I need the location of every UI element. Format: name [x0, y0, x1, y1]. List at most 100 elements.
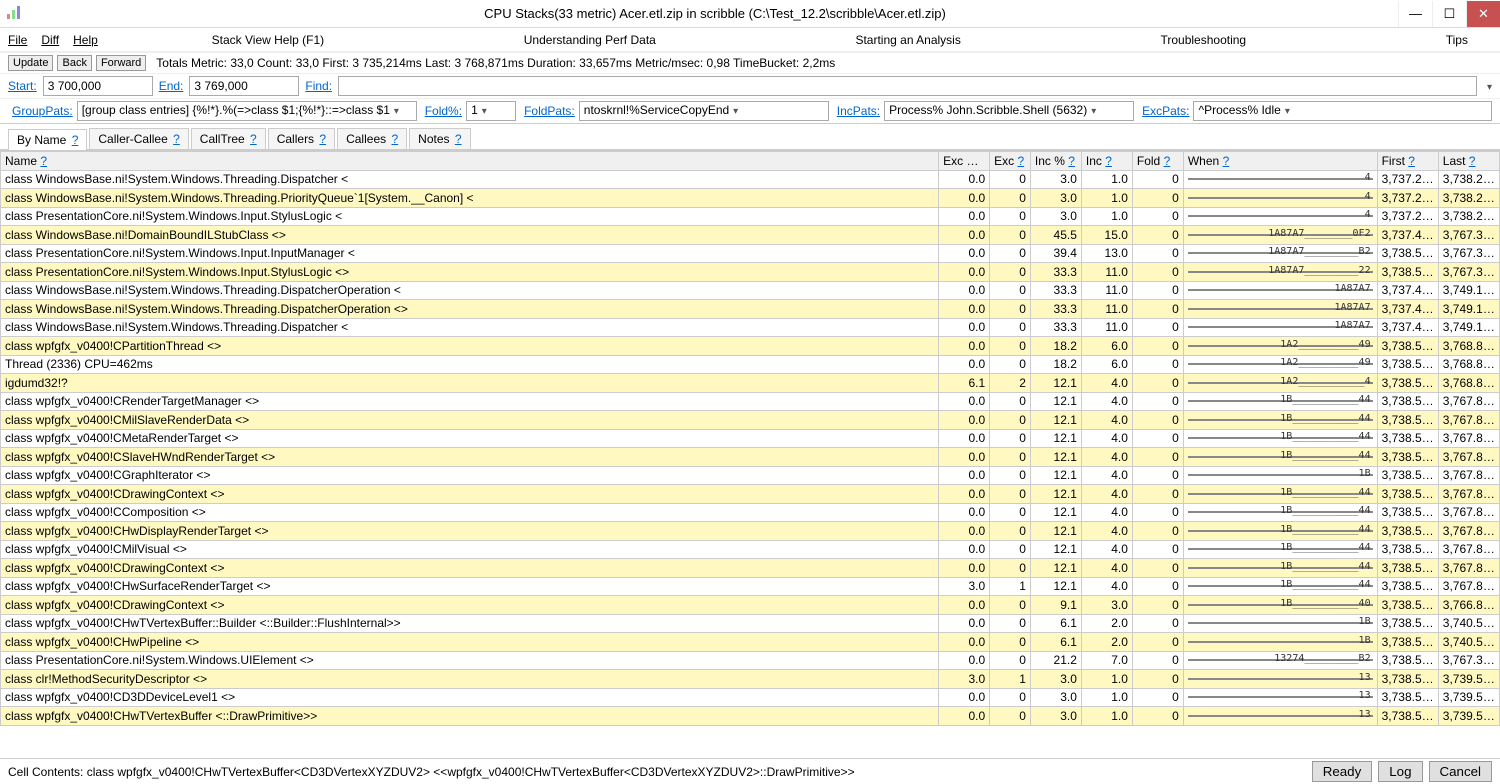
cell-inc[interactable]: 1.0: [1081, 189, 1132, 208]
cell-name[interactable]: Thread (2336) CPU=462ms: [1, 355, 939, 374]
incpats-input[interactable]: Process% John.Scribble.Shell (5632): [884, 101, 1134, 121]
tab-callers[interactable]: Callers ?: [268, 128, 335, 149]
cell-fold[interactable]: 0: [1132, 707, 1183, 726]
table-row[interactable]: Thread (2336) CPU=462ms0.0018.26.001A2__…: [1, 355, 1500, 374]
cell-incpct[interactable]: 33.3: [1030, 263, 1081, 282]
cell-incpct[interactable]: 12.1: [1030, 522, 1081, 541]
cell-last[interactable]: 3,768.871: [1438, 355, 1499, 374]
cell-fold[interactable]: 0: [1132, 189, 1183, 208]
table-row[interactable]: class WindowsBase.ni!System.Windows.Thre…: [1, 170, 1500, 189]
col-name[interactable]: Name ?: [1, 152, 939, 171]
cell-name[interactable]: class WindowsBase.ni!System.Windows.Thre…: [1, 281, 939, 300]
cell-name[interactable]: class WindowsBase.ni!System.Windows.Thre…: [1, 300, 939, 319]
tab-callees[interactable]: Callees ?: [337, 128, 407, 149]
cell-name[interactable]: class wpfgfx_v0400!CMetaRenderTarget <>: [1, 429, 939, 448]
cell-last[interactable]: 3,766.868: [1438, 596, 1499, 615]
cell-fold[interactable]: 0: [1132, 503, 1183, 522]
cell-incpct[interactable]: 12.1: [1030, 429, 1081, 448]
cell-last[interactable]: 3,767.870: [1438, 411, 1499, 430]
cell-incpct[interactable]: 3.0: [1030, 688, 1081, 707]
table-row[interactable]: class WindowsBase.ni!System.Windows.Thre…: [1, 318, 1500, 337]
cell-inc[interactable]: 4.0: [1081, 485, 1132, 504]
cell-name[interactable]: igdumd32!?: [1, 374, 939, 393]
cell-excpct[interactable]: 0.0: [939, 651, 990, 670]
cell-last[interactable]: 3,767.870: [1438, 392, 1499, 411]
cell-inc[interactable]: 1.0: [1081, 688, 1132, 707]
table-row[interactable]: class wpfgfx_v0400!CDrawingContext <>0.0…: [1, 559, 1500, 578]
cell-incpct[interactable]: 3.0: [1030, 707, 1081, 726]
cell-excpct[interactable]: 0.0: [939, 207, 990, 226]
table-row[interactable]: class PresentationCore.ni!System.Windows…: [1, 263, 1500, 282]
cell-when[interactable]: 1B: [1183, 466, 1377, 485]
cell-when[interactable]: 1B___________44: [1183, 411, 1377, 430]
cell-last[interactable]: 3,768.871: [1438, 337, 1499, 356]
cell-incpct[interactable]: 6.1: [1030, 614, 1081, 633]
cell-inc[interactable]: 1.0: [1081, 207, 1132, 226]
cell-last[interactable]: 3,767.870: [1438, 503, 1499, 522]
cell-first[interactable]: 3,738.587: [1377, 355, 1438, 374]
cell-exc[interactable]: 0: [990, 707, 1031, 726]
table-row[interactable]: class wpfgfx_v0400!CDrawingContext <>0.0…: [1, 596, 1500, 615]
cell-fold[interactable]: 0: [1132, 263, 1183, 282]
ready-button[interactable]: Ready: [1312, 761, 1373, 782]
cell-excpct[interactable]: 0.0: [939, 485, 990, 504]
cell-when[interactable]: 1B___________44: [1183, 448, 1377, 467]
cell-last[interactable]: 3,767.340: [1438, 244, 1499, 263]
cell-exc[interactable]: 0: [990, 485, 1031, 504]
cell-incpct[interactable]: 3.0: [1030, 670, 1081, 689]
cell-when[interactable]: 1B___________44: [1183, 559, 1377, 578]
cell-first[interactable]: 3,737.477: [1377, 318, 1438, 337]
cell-last[interactable]: 3,767.340: [1438, 263, 1499, 282]
cell-incpct[interactable]: 6.1: [1030, 633, 1081, 652]
cell-name[interactable]: class PresentationCore.ni!System.Windows…: [1, 651, 939, 670]
cell-incpct[interactable]: 21.2: [1030, 651, 1081, 670]
cell-last[interactable]: 3,767.870: [1438, 448, 1499, 467]
cell-excpct[interactable]: 0.0: [939, 448, 990, 467]
cell-first[interactable]: 3,738.587: [1377, 596, 1438, 615]
cell-exc[interactable]: 0: [990, 633, 1031, 652]
cell-first[interactable]: 3,738.587: [1377, 429, 1438, 448]
cell-excpct[interactable]: 0.0: [939, 688, 990, 707]
excpats-input[interactable]: ^Process% Idle: [1193, 101, 1492, 121]
col-fold[interactable]: Fold ?: [1132, 152, 1183, 171]
cell-exc[interactable]: 0: [990, 170, 1031, 189]
cell-excpct[interactable]: 3.0: [939, 577, 990, 596]
incpats-label[interactable]: IncPats:: [837, 104, 880, 118]
find-input[interactable]: [338, 76, 1477, 96]
foldpct-input[interactable]: 1: [466, 101, 516, 121]
cell-last[interactable]: 3,739.530: [1438, 670, 1499, 689]
cell-name[interactable]: class wpfgfx_v0400!CD3DDeviceLevel1 <>: [1, 688, 939, 707]
forward-button[interactable]: Forward: [96, 55, 146, 71]
cell-fold[interactable]: 0: [1132, 300, 1183, 319]
cell-name[interactable]: class wpfgfx_v0400!CDrawingContext <>: [1, 485, 939, 504]
end-label[interactable]: End:: [159, 79, 184, 93]
cell-inc[interactable]: 4.0: [1081, 448, 1132, 467]
cell-when[interactable]: 1B___________44: [1183, 503, 1377, 522]
minimize-button[interactable]: —: [1398, 1, 1432, 27]
cell-excpct[interactable]: 0.0: [939, 189, 990, 208]
update-button[interactable]: Update: [8, 55, 53, 71]
link-starting[interactable]: Starting an Analysis: [855, 33, 960, 47]
cell-excpct[interactable]: 3.0: [939, 670, 990, 689]
cell-last[interactable]: 3,767.870: [1438, 522, 1499, 541]
cell-fold[interactable]: 0: [1132, 411, 1183, 430]
cell-when[interactable]: 1A87A7: [1183, 318, 1377, 337]
cell-last[interactable]: 3,749.129: [1438, 300, 1499, 319]
cell-last[interactable]: 3,738.273: [1438, 207, 1499, 226]
cell-inc[interactable]: 6.0: [1081, 337, 1132, 356]
cell-name[interactable]: class wpfgfx_v0400!CHwDisplayRenderTarge…: [1, 522, 939, 541]
table-row[interactable]: class wpfgfx_v0400!CHwSurfaceRenderTarge…: [1, 577, 1500, 596]
cell-excpct[interactable]: 0.0: [939, 170, 990, 189]
cell-incpct[interactable]: 45.5: [1030, 226, 1081, 245]
cell-when[interactable]: 1B___________44: [1183, 485, 1377, 504]
cell-excpct[interactable]: 0.0: [939, 244, 990, 263]
cell-last[interactable]: 3,767.870: [1438, 577, 1499, 596]
cell-excpct[interactable]: 0.0: [939, 633, 990, 652]
table-row[interactable]: class WindowsBase.ni!System.Windows.Thre…: [1, 189, 1500, 208]
cell-fold[interactable]: 0: [1132, 559, 1183, 578]
cell-incpct[interactable]: 3.0: [1030, 189, 1081, 208]
cell-excpct[interactable]: 0.0: [939, 392, 990, 411]
col-exc[interactable]: Exc ?: [990, 152, 1031, 171]
link-trouble[interactable]: Troubleshooting: [1160, 33, 1246, 47]
cell-inc[interactable]: 11.0: [1081, 318, 1132, 337]
